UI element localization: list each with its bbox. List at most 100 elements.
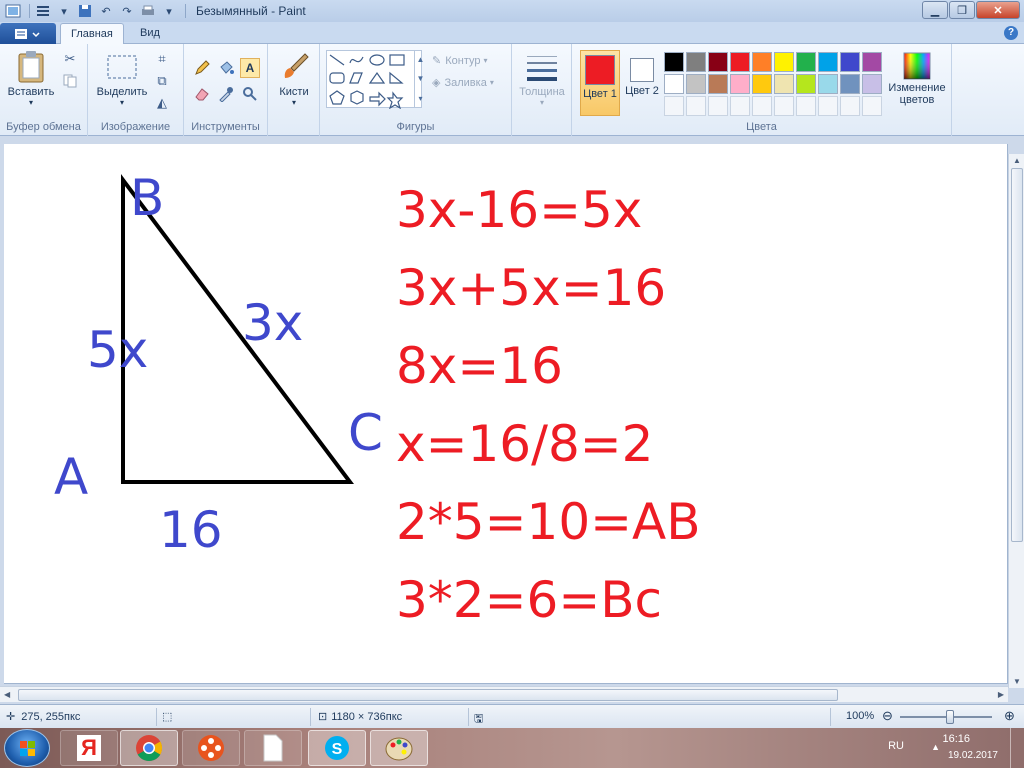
taskbar-chrome[interactable] — [120, 730, 178, 766]
crop-icon[interactable]: ⌗ — [152, 50, 172, 68]
maximize-button[interactable]: ❐ — [949, 1, 975, 19]
tab-view[interactable]: Вид — [130, 23, 170, 44]
palette-color-swatch[interactable] — [708, 52, 728, 72]
palette-color-swatch[interactable] — [730, 74, 750, 94]
edit-colors-button[interactable]: Изменение цветов — [882, 50, 952, 106]
copy-icon[interactable] — [60, 72, 80, 90]
show-desktop-button[interactable] — [1010, 728, 1024, 768]
cut-icon[interactable]: ✂ — [60, 50, 80, 68]
help-icon[interactable]: ? — [1004, 26, 1018, 40]
minimize-button[interactable]: ▁ — [922, 1, 948, 19]
palette-color-swatch[interactable] — [774, 74, 794, 94]
print-icon[interactable] — [139, 3, 157, 19]
eraser-icon[interactable] — [192, 84, 212, 104]
rotate-icon[interactable]: ◭ — [152, 94, 172, 112]
palette-color-swatch[interactable] — [840, 52, 860, 72]
redo-icon[interactable]: ↷ — [118, 3, 136, 19]
palette-empty-swatch[interactable] — [708, 96, 728, 116]
scroll-left-icon[interactable]: ◀ — [4, 690, 10, 699]
scroll-up-icon[interactable]: ▲ — [1013, 156, 1021, 165]
palette-color-swatch[interactable] — [708, 74, 728, 94]
horizontal-scrollbar[interactable]: ◀ ▶ — [0, 686, 1008, 702]
vertical-scroll-thumb[interactable] — [1011, 168, 1023, 542]
drawing-canvas[interactable]: A B C 5x 3x 16 3x-16=5x 3x+5x=16 8x=16 x=16… — [4, 144, 1008, 684]
clock-time[interactable]: 16:16 — [942, 733, 970, 745]
zoom-slider-thumb[interactable] — [946, 710, 954, 724]
taskbar-skype[interactable]: S — [308, 730, 366, 766]
brushes-group[interactable]: Кисти ▾ — [268, 44, 320, 136]
up-arrow-icon[interactable]: ▲ — [417, 55, 425, 64]
select-button[interactable]: Выделить ▾ — [94, 50, 150, 107]
fill-dropdown[interactable]: ◈ Заливка ▾ — [432, 76, 494, 90]
brushes-button[interactable]: Кисти ▾ — [274, 50, 314, 107]
down-arrow-icon[interactable]: ▼ — [417, 74, 425, 83]
color1-button[interactable]: Цвет 1 — [580, 50, 620, 116]
palette-color-swatch[interactable] — [664, 74, 684, 94]
palette-color-swatch[interactable] — [686, 52, 706, 72]
shapes-scroll[interactable]: ▲ ▼ ▾ — [414, 50, 426, 108]
outline-dropdown[interactable]: ✎ Контур ▾ — [432, 54, 488, 68]
palette-color-swatch[interactable] — [796, 52, 816, 72]
more-icon[interactable]: ▾ — [418, 94, 422, 103]
tools-group-label: Инструменты — [191, 121, 260, 133]
zoom-in-icon[interactable]: ⊕ — [1004, 708, 1015, 724]
taskbar-media-player[interactable] — [182, 730, 240, 766]
undo-icon[interactable]: ↶ — [97, 3, 115, 19]
palette-color-swatch[interactable] — [752, 52, 772, 72]
palette-color-swatch[interactable] — [730, 52, 750, 72]
palette-color-swatch[interactable] — [862, 74, 882, 94]
pencil-icon[interactable] — [192, 58, 212, 78]
palette-empty-swatch[interactable] — [840, 96, 860, 116]
start-button[interactable] — [4, 729, 50, 767]
tray-expand-icon[interactable]: ▲ — [931, 742, 940, 752]
palette-color-swatch[interactable] — [664, 52, 684, 72]
save-icon[interactable] — [76, 3, 94, 19]
palette-color-swatch[interactable] — [840, 74, 860, 94]
taskbar-yandex[interactable]: Я — [60, 730, 118, 766]
color2-button[interactable]: Цвет 2 — [622, 50, 662, 116]
canvas-workspace: A B C 5x 3x 16 3x-16=5x 3x+5x=16 8x=16 x=16… — [0, 136, 1024, 704]
magnifier-icon[interactable] — [240, 84, 260, 104]
palette-color-swatch[interactable] — [686, 74, 706, 94]
taskbar-paint[interactable] — [370, 730, 428, 766]
tab-home[interactable]: Главная — [60, 23, 124, 45]
palette-empty-swatch[interactable] — [664, 96, 684, 116]
palette-empty-swatch[interactable] — [730, 96, 750, 116]
scroll-down-icon[interactable]: ▼ — [1013, 677, 1021, 686]
properties-icon[interactable] — [34, 3, 52, 19]
resize-icon[interactable]: ⧉ — [152, 72, 172, 90]
palette-color-swatch[interactable] — [818, 52, 838, 72]
vertical-scrollbar[interactable]: ▲ ▼ — [1008, 154, 1024, 688]
palette-color-swatch[interactable] — [862, 52, 882, 72]
palette-empty-swatch[interactable] — [796, 96, 816, 116]
palette-empty-swatch[interactable] — [862, 96, 882, 116]
palette-empty-swatch[interactable] — [752, 96, 772, 116]
customize-qa-icon[interactable]: ▾ — [160, 3, 178, 19]
color-picker-icon[interactable] — [216, 84, 236, 104]
clock-date[interactable]: 19.02.2017 — [948, 750, 998, 761]
zoom-out-icon[interactable]: ⊖ — [882, 708, 893, 724]
palette-empty-swatch[interactable] — [686, 96, 706, 116]
side-bc-label: 3x — [242, 294, 303, 352]
qa-dropdown-icon[interactable]: ▾ — [55, 3, 73, 19]
palette-color-swatch[interactable] — [818, 74, 838, 94]
palette-empty-swatch[interactable] — [774, 96, 794, 116]
paste-button[interactable]: Вставить ▾ — [6, 50, 56, 107]
scroll-right-icon[interactable]: ▶ — [998, 690, 1004, 699]
shapes-icons[interactable] — [327, 51, 411, 110]
palette-empty-swatch[interactable] — [818, 96, 838, 116]
language-indicator[interactable]: RU — [888, 740, 904, 752]
paint-app-icon[interactable] — [4, 3, 22, 19]
palette-color-swatch[interactable] — [752, 74, 772, 94]
horizontal-scroll-thumb[interactable] — [18, 689, 838, 701]
close-button[interactable]: ✕ — [976, 1, 1020, 19]
size-button[interactable]: Толщина ▾ — [518, 50, 566, 107]
drawing-svg[interactable]: A B C 5x 3x 16 3x-16=5x 3x+5x=16 8x=16 x=16… — [4, 144, 1008, 684]
fill-bucket-icon[interactable] — [216, 58, 236, 78]
size-group[interactable]: Толщина ▾ — [512, 44, 572, 136]
palette-color-swatch[interactable] — [796, 74, 816, 94]
text-tool-icon[interactable]: A — [240, 58, 260, 78]
taskbar-explorer[interactable] — [244, 730, 302, 766]
file-menu-button[interactable] — [0, 23, 56, 44]
palette-color-swatch[interactable] — [774, 52, 794, 72]
